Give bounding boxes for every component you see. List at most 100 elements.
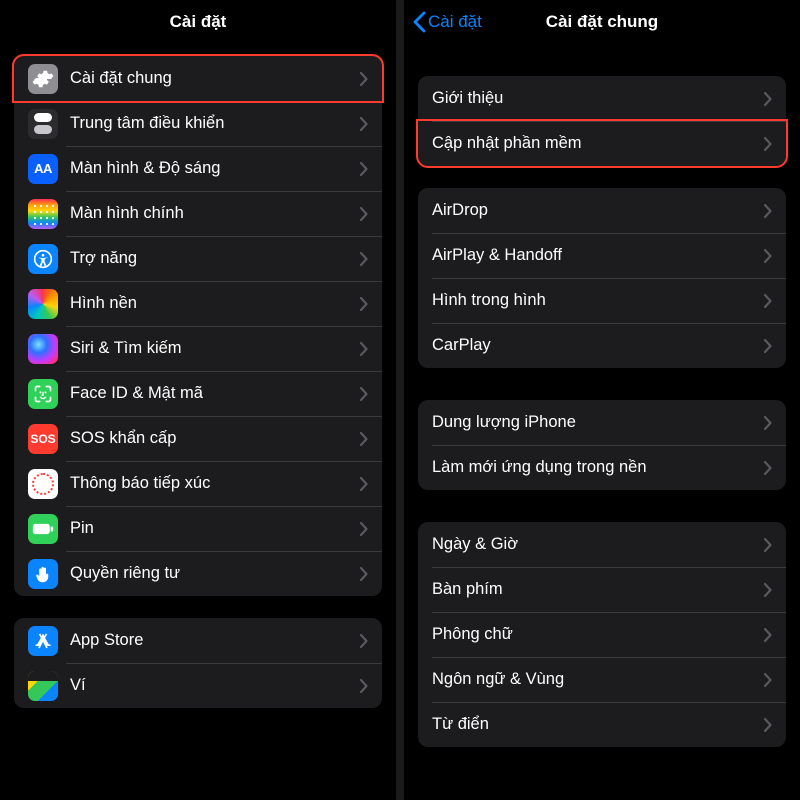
row-label: Màn hình & Độ sáng [70, 159, 354, 178]
chevron-right-icon [764, 673, 772, 687]
wallet-icon [28, 671, 58, 701]
chevron-right-icon [360, 522, 368, 536]
row-label: Thông báo tiếp xúc [70, 474, 354, 493]
row-label: Màn hình chính [70, 204, 354, 223]
chevron-right-icon [360, 477, 368, 491]
siri-icon [28, 334, 58, 364]
row-about[interactable]: Giới thiệu [418, 76, 786, 121]
row-privacy[interactable]: Quyền riêng tư [14, 551, 382, 596]
row-label: AirDrop [432, 201, 758, 220]
row-airplay[interactable]: AirPlay & Handoff [418, 233, 786, 278]
nav-title: Cài đặt chung [546, 12, 658, 32]
row-label: CarPlay [432, 336, 758, 355]
chevron-right-icon [764, 204, 772, 218]
row-label: Face ID & Mật mã [70, 384, 354, 403]
settings-group-main: Cài đặt chung Trung tâm điều khiển AA Mà… [14, 56, 382, 596]
gear-icon [28, 64, 58, 94]
chevron-left-icon [412, 11, 426, 33]
back-button[interactable]: Cài đặt [412, 0, 482, 44]
row-fonts[interactable]: Phông chữ [418, 612, 786, 657]
chevron-right-icon [360, 72, 368, 86]
row-label: Bàn phím [432, 580, 758, 599]
chevron-right-icon [764, 416, 772, 430]
chevron-right-icon [764, 294, 772, 308]
general-settings-list[interactable]: Giới thiệu Cập nhật phần mềm AirDrop Air… [404, 44, 800, 800]
row-sos[interactable]: SOS SOS khẩn cấp [14, 416, 382, 461]
row-label: SOS khẩn cấp [70, 429, 354, 448]
row-label: Quyền riêng tư [70, 564, 354, 583]
row-control-center[interactable]: Trung tâm điều khiển [14, 101, 382, 146]
row-carplay[interactable]: CarPlay [418, 323, 786, 368]
text-aa-icon: AA [28, 154, 58, 184]
chevron-right-icon [764, 583, 772, 597]
row-label: AirPlay & Handoff [432, 246, 758, 265]
row-keyboard[interactable]: Bàn phím [418, 567, 786, 612]
row-label: Pin [70, 519, 354, 538]
row-label: Ngôn ngữ & Vùng [432, 670, 758, 689]
row-background-refresh[interactable]: Làm mới ứng dụng trong nền [418, 445, 786, 490]
row-label: Phông chữ [432, 625, 758, 644]
row-label: Siri & Tìm kiếm [70, 339, 354, 358]
nav-bar: Cài đặt Cài đặt chung [404, 0, 800, 44]
chevron-right-icon [360, 162, 368, 176]
row-app-store[interactable]: App Store [14, 618, 382, 663]
app-grid-icon [28, 199, 58, 229]
chevron-right-icon [764, 339, 772, 353]
row-dictionary[interactable]: Từ điển [418, 702, 786, 747]
row-label: Trung tâm điều khiển [70, 114, 354, 133]
chevron-right-icon [764, 538, 772, 552]
row-siri[interactable]: Siri & Tìm kiếm [14, 326, 382, 371]
row-wallpaper[interactable]: Hình nền [14, 281, 382, 326]
row-label: Cài đặt chung [70, 69, 354, 88]
row-label: Ngày & Giờ [432, 535, 758, 554]
chevron-right-icon [360, 252, 368, 266]
row-battery[interactable]: Pin [14, 506, 382, 551]
row-storage[interactable]: Dung lượng iPhone [418, 400, 786, 445]
control-center-icon [28, 109, 58, 139]
row-face-id[interactable]: Face ID & Mật mã [14, 371, 382, 416]
accessibility-icon [28, 244, 58, 274]
row-display[interactable]: AA Màn hình & Độ sáng [14, 146, 382, 191]
row-accessibility[interactable]: Trợ năng [14, 236, 382, 281]
row-label: Trợ năng [70, 249, 354, 268]
chevron-right-icon [764, 718, 772, 732]
row-software-update[interactable]: Cập nhật phần mềm [418, 121, 786, 166]
back-label: Cài đặt [428, 12, 482, 32]
chevron-right-icon [360, 679, 368, 693]
chevron-right-icon [360, 634, 368, 648]
group-storage: Dung lượng iPhone Làm mới ứng dụng trong… [418, 400, 786, 490]
row-general[interactable]: Cài đặt chung [14, 56, 382, 101]
row-label: Hình nền [70, 294, 354, 313]
hand-icon [28, 559, 58, 589]
exposure-icon [28, 469, 58, 499]
chevron-right-icon [764, 137, 772, 151]
settings-list[interactable]: Cài đặt chung Trung tâm điều khiển AA Mà… [0, 44, 396, 800]
row-home-screen[interactable]: Màn hình chính [14, 191, 382, 236]
chevron-right-icon [360, 117, 368, 131]
group-connect: AirDrop AirPlay & Handoff Hình trong hìn… [418, 188, 786, 368]
row-wallet[interactable]: Ví [14, 663, 382, 708]
chevron-right-icon [764, 461, 772, 475]
row-language[interactable]: Ngôn ngữ & Vùng [418, 657, 786, 702]
group-lang: Ngày & Giờ Bàn phím Phông chữ Ngôn ngữ &… [418, 522, 786, 747]
chevron-right-icon [764, 249, 772, 263]
row-label: Giới thiệu [432, 89, 758, 108]
chevron-right-icon [360, 342, 368, 356]
settings-group-store: App Store Ví [14, 618, 382, 708]
row-exposure[interactable]: Thông báo tiếp xúc [14, 461, 382, 506]
chevron-right-icon [360, 567, 368, 581]
row-label: Làm mới ứng dụng trong nền [432, 458, 758, 477]
nav-title: Cài đặt [170, 12, 227, 32]
row-label: App Store [70, 631, 354, 650]
row-label: Ví [70, 676, 354, 695]
general-settings-screen: Cài đặt Cài đặt chung Giới thiệu Cập nhậ… [404, 0, 800, 800]
row-airdrop[interactable]: AirDrop [418, 188, 786, 233]
faceid-icon [28, 379, 58, 409]
chevron-right-icon [360, 207, 368, 221]
settings-screen: Cài đặt Cài đặt chung Trung tâm điều khi… [0, 0, 396, 800]
battery-icon [28, 514, 58, 544]
row-label: Từ điển [432, 715, 758, 734]
row-datetime[interactable]: Ngày & Giờ [418, 522, 786, 567]
row-pip[interactable]: Hình trong hình [418, 278, 786, 323]
chevron-right-icon [360, 432, 368, 446]
